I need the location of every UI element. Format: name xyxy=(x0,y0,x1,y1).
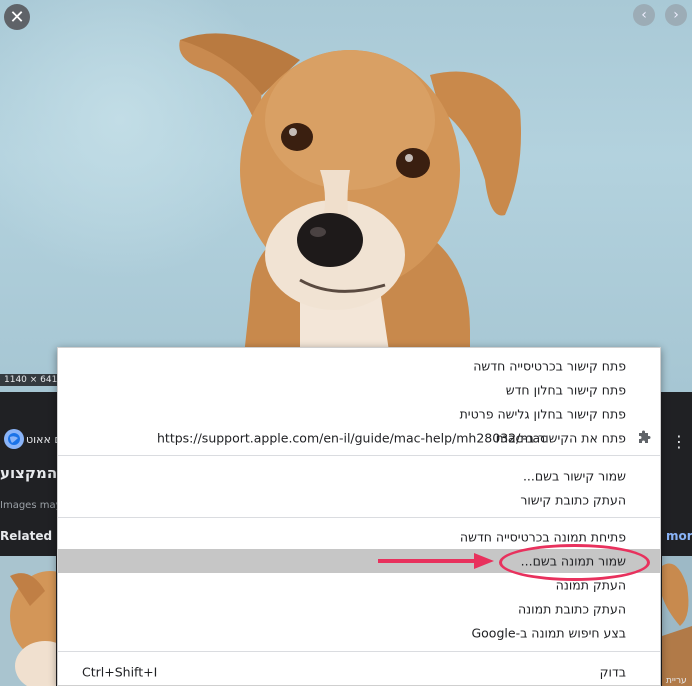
menu-item-shortcut: Ctrl+Shift+I xyxy=(82,664,158,680)
menu-item-label: העתק כתובת קישור xyxy=(520,492,626,508)
menu-item-inspect[interactable]: Ctrl+Shift+I בדוק xyxy=(58,660,660,684)
menu-item-open-link-new-tab[interactable]: פתח קישור בכרטיסייה חדשה xyxy=(58,354,660,378)
thumbnail-caption: עריית xyxy=(666,676,687,686)
menu-item-label: פתח קישור בחלון חדש xyxy=(505,382,626,398)
image-viewer[interactable]: ✕ ‹ › 1140 × 641 xyxy=(0,0,692,392)
menu-separator xyxy=(58,455,660,456)
chevron-left-icon[interactable]: ‹ xyxy=(633,4,655,26)
globe-icon[interactable] xyxy=(4,429,24,449)
menu-item-open-link-in-app[interactable]: https://support.apple.com/en-il/guide/ma… xyxy=(58,426,660,450)
more-link[interactable]: more xyxy=(666,529,692,543)
menu-item-label: שמור קישור בשם... xyxy=(522,468,626,484)
menu-item-open-link-new-window[interactable]: פתח קישור בחלון חדש xyxy=(58,378,660,402)
menu-item-label: פתח קישור בכרטיסייה חדשה xyxy=(473,358,626,374)
menu-item-label: בצע חיפוש תמונה ב-Google xyxy=(471,625,626,641)
menu-item-label: פתח את הקישור ב-mac xyxy=(495,430,626,446)
menu-item-label: העתק כתובת תמונה xyxy=(518,601,626,617)
chevron-right-icon[interactable]: › xyxy=(665,4,687,26)
menu-item-label: פתיחת תמונה בכרטיסייה חדשה xyxy=(459,529,626,545)
menu-item-label: בדוק xyxy=(599,664,626,680)
menu-separator xyxy=(58,517,660,518)
menu-separator xyxy=(58,651,660,652)
menu-item-search-image-google[interactable]: בצע חיפוש תמונה ב-Google xyxy=(58,621,660,645)
related-thumbnail[interactable] xyxy=(662,556,692,686)
image-dimensions: 1140 × 641 xyxy=(0,374,62,386)
related-thumbnail[interactable] xyxy=(0,556,56,686)
menu-item-open-link-incognito[interactable]: פתח קישור בחלון גלישה פרטית xyxy=(58,402,660,426)
copyright-note: Images may xyxy=(0,500,62,511)
close-icon[interactable]: ✕ xyxy=(4,4,30,30)
context-menu: פתח קישור בכרטיסייה חדשה פתח קישור בחלון… xyxy=(57,347,661,686)
highlight-ellipse-annotation xyxy=(499,544,650,581)
arrow-annotation xyxy=(378,553,494,569)
dog-photo[interactable] xyxy=(0,0,692,392)
menu-item-save-link-as[interactable]: שמור קישור בשם... xyxy=(58,464,660,488)
menu-item-url: https://support.apple.com/en-il/guide/ma… xyxy=(157,430,548,446)
more-options-icon[interactable]: ⋮ xyxy=(668,428,690,454)
page-title[interactable]: המקצוע xyxy=(0,464,57,482)
menu-item-copy-link-address[interactable]: העתק כתובת קישור xyxy=(58,488,660,512)
puzzle-extension-icon xyxy=(639,430,651,443)
menu-item-copy-image-address[interactable]: העתק כתובת תמונה xyxy=(58,597,660,621)
menu-item-label: פתח קישור בחלון גלישה פרטית xyxy=(459,406,626,422)
